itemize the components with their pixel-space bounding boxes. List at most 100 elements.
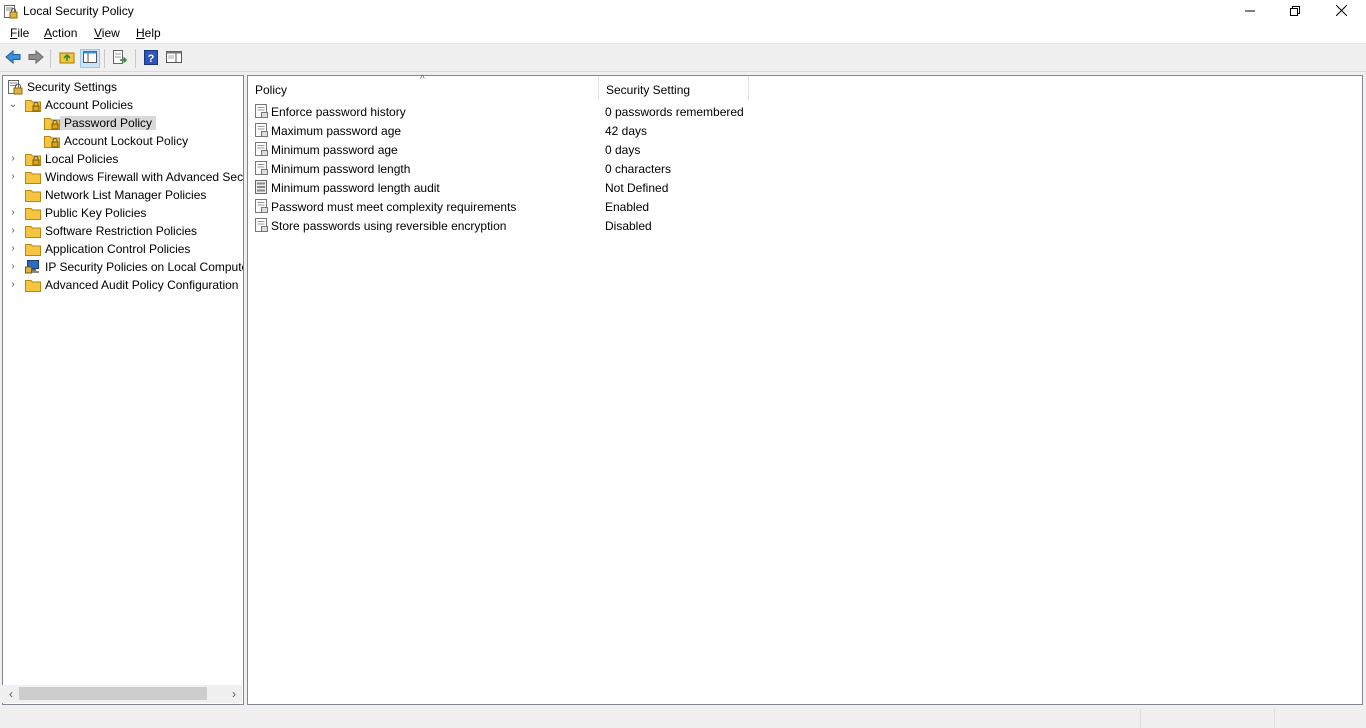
collapsed-chevron-icon[interactable]: › xyxy=(8,261,18,273)
tree-item-label: Public Key Policies xyxy=(45,206,147,220)
tree-item-label: Account Policies xyxy=(45,98,134,112)
tree-item-account-lockout-policy[interactable]: Account Lockout Policy xyxy=(3,132,243,150)
locked-folder-icon xyxy=(44,133,60,149)
policy-setting-icon xyxy=(255,218,269,233)
policy-setting-icon xyxy=(255,142,269,157)
tree-item-password-policy[interactable]: Password Policy xyxy=(3,114,243,132)
tree-item-label: Network List Manager Policies xyxy=(45,188,207,202)
scroll-left-icon[interactable]: ‹ xyxy=(4,687,18,701)
table-row[interactable]: Store passwords using reversible encrypt… xyxy=(248,216,1362,235)
policy-setting-icon xyxy=(255,199,269,214)
collapsed-chevron-icon[interactable]: › xyxy=(8,225,18,237)
tree-root-security-settings[interactable]: Security Settings xyxy=(3,78,243,96)
tree-item-label: Application Control Policies xyxy=(45,242,191,256)
console-tree[interactable]: Security Settings ⌄ Account Policies Pas… xyxy=(2,75,244,705)
window-title: Local Security Policy xyxy=(23,4,134,18)
column-header-policy[interactable]: Policy ^ xyxy=(248,74,599,100)
tree-item-label: Advanced Audit Policy Configuration xyxy=(45,278,239,292)
collapsed-chevron-icon[interactable]: › xyxy=(8,207,18,219)
policy-name: Minimum password age xyxy=(271,143,398,157)
help-button[interactable]: ? xyxy=(141,49,161,68)
folder-icon xyxy=(25,169,41,185)
expanded-chevron-icon[interactable]: ⌄ xyxy=(8,99,18,111)
scroll-right-icon[interactable]: › xyxy=(227,687,241,701)
restore-icon xyxy=(1290,5,1300,19)
policy-setting: 0 passwords remembered xyxy=(605,105,744,119)
collapsed-chevron-icon[interactable]: › xyxy=(8,171,18,183)
security-settings-icon xyxy=(7,79,23,95)
show-hide-console-tree-button[interactable] xyxy=(80,49,100,68)
toolbar-separator xyxy=(104,49,105,68)
policy-setting: Enabled xyxy=(605,200,650,214)
menu-view[interactable]: View xyxy=(94,26,120,40)
policy-name: Store passwords using reversible encrypt… xyxy=(271,219,507,233)
tree-root-label: Security Settings xyxy=(27,80,118,94)
tree-item-advanced-audit-policy-configuration[interactable]: › Advanced Audit Policy Configuration xyxy=(3,276,243,294)
scrollbar-thumb[interactable] xyxy=(19,687,207,700)
tree-item-account-policies[interactable]: ⌄ Account Policies xyxy=(3,96,243,114)
tree-item-ip-security-policies[interactable]: › IP Security Policies on Local Computer xyxy=(3,258,243,276)
policy-audit-icon xyxy=(255,180,269,195)
svg-text:?: ? xyxy=(148,53,155,65)
status-bar xyxy=(0,707,1366,728)
column-header-security-setting[interactable]: Security Setting xyxy=(599,76,749,100)
show-hide-action-pane-button[interactable] xyxy=(164,49,184,68)
tree-horizontal-scrollbar[interactable]: ‹ › xyxy=(2,685,242,703)
minimize-icon xyxy=(1245,5,1255,19)
folder-icon xyxy=(25,187,41,203)
tree-item-label: Software Restriction Policies xyxy=(45,224,198,238)
tree-item-windows-firewall[interactable]: › Windows Firewall with Advanced Securit… xyxy=(3,168,243,186)
show-hide-action-pane-icon xyxy=(166,51,182,66)
help-icon: ? xyxy=(144,49,158,68)
tree-item-network-list-manager-policies[interactable]: Network List Manager Policies xyxy=(3,186,243,204)
collapsed-chevron-icon[interactable]: › xyxy=(8,279,18,291)
restore-button[interactable] xyxy=(1272,0,1318,23)
folder-icon xyxy=(25,223,41,239)
show-hide-console-tree-icon xyxy=(83,51,97,66)
policy-list[interactable]: Policy ^ Security Setting Enforce passwo… xyxy=(247,74,1363,705)
table-row[interactable]: Maximum password age 42 days xyxy=(248,121,1362,140)
policy-setting: 0 days xyxy=(605,143,641,157)
back-button[interactable] xyxy=(3,49,23,68)
toolbar-separator xyxy=(50,49,51,68)
policy-setting-icon xyxy=(255,104,269,119)
locked-folder-icon xyxy=(25,97,41,113)
menu-bar: File Action View Help xyxy=(0,23,1366,44)
table-row[interactable]: Minimum password age 0 days xyxy=(248,140,1362,159)
tree-item-public-key-policies[interactable]: › Public Key Policies xyxy=(3,204,243,222)
close-icon xyxy=(1335,4,1347,19)
policy-name: Maximum password age xyxy=(271,124,402,138)
table-row[interactable]: Minimum password length audit Not Define… xyxy=(248,178,1362,197)
up-one-level-button[interactable] xyxy=(57,49,77,68)
status-bar-separator xyxy=(1274,709,1275,728)
tree-item-label: Windows Firewall with Advanced Security xyxy=(45,170,244,184)
tree-item-label: Local Policies xyxy=(45,152,119,166)
folder-icon xyxy=(25,241,41,257)
back-arrow-icon xyxy=(5,49,21,67)
forward-button[interactable] xyxy=(26,49,46,68)
sort-ascending-icon: ^ xyxy=(420,74,425,85)
collapsed-chevron-icon[interactable]: › xyxy=(8,153,18,165)
tree-item-software-restriction-policies[interactable]: › Software Restriction Policies xyxy=(3,222,243,240)
tree-item-local-policies[interactable]: › Local Policies xyxy=(3,150,243,168)
table-row[interactable]: Password must meet complexity requiremen… xyxy=(248,197,1362,216)
policy-setting: 0 characters xyxy=(605,162,672,176)
export-list-icon xyxy=(112,50,128,67)
minimize-button[interactable] xyxy=(1227,0,1273,23)
menu-help[interactable]: Help xyxy=(136,26,161,40)
policy-setting: 42 days xyxy=(605,124,648,138)
menu-action[interactable]: Action xyxy=(44,26,77,40)
title-bar: Local Security Policy xyxy=(0,0,1366,23)
policy-name: Minimum password length xyxy=(271,162,411,176)
menu-file[interactable]: File xyxy=(10,26,29,40)
table-row[interactable]: Minimum password length 0 characters xyxy=(248,159,1362,178)
tree-item-application-control-policies[interactable]: › Application Control Policies xyxy=(3,240,243,258)
table-row[interactable]: Enforce password history 0 passwords rem… xyxy=(248,102,1362,121)
folder-icon xyxy=(25,277,41,293)
ip-security-computer-icon xyxy=(25,259,41,275)
policy-name: Minimum password length audit xyxy=(271,181,440,195)
collapsed-chevron-icon[interactable]: › xyxy=(8,243,18,255)
folder-icon xyxy=(25,205,41,221)
export-list-button[interactable] xyxy=(110,49,130,68)
close-button[interactable] xyxy=(1318,0,1364,23)
